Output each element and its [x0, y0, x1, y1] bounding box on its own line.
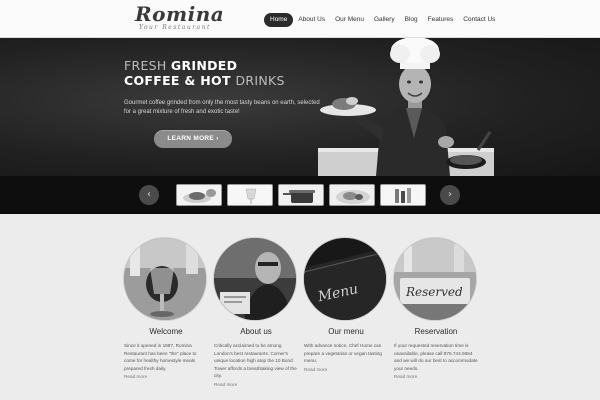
feature-welcome: Welcome Since it opened in 1997, Romina …	[124, 238, 208, 380]
feature-title: Reservation	[414, 327, 458, 336]
chef-photo	[318, 38, 494, 176]
reservation-photo: Reserved	[394, 238, 476, 320]
feature-description: If your requested reservation time is un…	[394, 343, 478, 371]
hero-description: Gourmet coffee grinded from only the mos…	[124, 100, 320, 115]
logo-wordmark: Romina	[135, 2, 225, 26]
hero-title-grinded: GRINDED	[170, 58, 238, 73]
read-more-link[interactable]: Read more	[394, 373, 478, 380]
thumb-pot-icon	[279, 185, 323, 205]
slider-thumbnail[interactable]	[227, 184, 273, 206]
chevron-right-icon: ›	[448, 189, 452, 200]
feature-description: With advance notice, Chef Home can prepa…	[304, 343, 382, 364]
hero-title-fresh: FRESH	[124, 58, 171, 73]
learn-more-button[interactable]: LEARN MORE ›	[154, 130, 232, 148]
nav-gallery[interactable]: Gallery	[369, 13, 400, 27]
thumb-bottles-icon	[381, 185, 425, 205]
slider-thumbnail[interactable]	[380, 184, 426, 206]
slider-next-button[interactable]: ›	[440, 185, 460, 205]
about-us-photo	[214, 238, 296, 320]
feature-reservation: Reserved Reservation If your requested r…	[394, 238, 478, 380]
features-section: Welcome Since it opened in 1997, Romina …	[0, 214, 600, 400]
read-more-link[interactable]: Read more	[304, 366, 388, 373]
slider-thumbnail[interactable]	[278, 184, 324, 206]
feature-title: About us	[240, 327, 272, 336]
hero-title-drinks: DRINKS	[235, 73, 285, 88]
nav-blog[interactable]: Blog	[400, 13, 423, 27]
svg-text:Reserved: Reserved	[405, 285, 463, 299]
slider-thumbnail[interactable]	[329, 184, 375, 206]
learn-more-label: LEARN MORE	[167, 135, 215, 142]
read-more-link[interactable]: Read more	[124, 373, 208, 380]
thumb-plate-icon	[330, 185, 374, 205]
feature-our-menu: Menu Our menu With advance notice, Chef …	[304, 238, 388, 373]
hero-title-coffee: COFFEE & HOT	[124, 73, 236, 88]
nav-home[interactable]: Home	[264, 13, 294, 27]
chevron-left-icon: ‹	[147, 189, 151, 200]
menu-card-icon: Menu	[304, 238, 386, 320]
hero-title: FRESH GRINDED COFFEE & HOT DRINKS	[124, 58, 324, 88]
slider-thumbnail[interactable]	[176, 184, 222, 206]
feature-about-us: About us Critically acclaimed to be amon…	[214, 238, 298, 388]
hero-banner: FRESH GRINDED COFFEE & HOT DRINKS Gourme…	[0, 38, 600, 176]
nav-our-menu[interactable]: Our Menu	[330, 13, 369, 27]
main-nav: Home About Us Our Menu Gallery Blog Feat…	[264, 12, 500, 28]
feature-description: Since it opened in 1997, Romina Restaura…	[124, 343, 197, 371]
chef-portrait-icon	[214, 238, 296, 320]
our-menu-photo: Menu	[304, 238, 386, 320]
nav-features[interactable]: Features	[423, 13, 459, 27]
thumb-glass-icon	[228, 185, 272, 205]
site-header: Romina Your Restaurant Home About Us Our…	[0, 0, 600, 38]
nav-contact-us[interactable]: Contact Us	[458, 13, 500, 27]
slider-thumbnail-strip: ‹ ›	[0, 176, 600, 214]
feature-description: Critically acclaimed to be among London'…	[214, 343, 297, 379]
feature-title: Our menu	[328, 327, 364, 336]
nav-about-us[interactable]: About Us	[293, 13, 330, 27]
feature-title: Welcome	[149, 327, 183, 336]
welcome-photo	[124, 238, 206, 320]
wine-glass-icon	[124, 238, 206, 320]
site-logo[interactable]: Romina Your Restaurant	[135, 4, 225, 34]
chevron-right-icon: ›	[216, 135, 219, 142]
reserved-sign-icon: Reserved	[394, 238, 476, 320]
read-more-link[interactable]: Read more	[214, 381, 298, 388]
slider-prev-button[interactable]: ‹	[139, 185, 159, 205]
thumb-dish-icon	[177, 185, 221, 205]
